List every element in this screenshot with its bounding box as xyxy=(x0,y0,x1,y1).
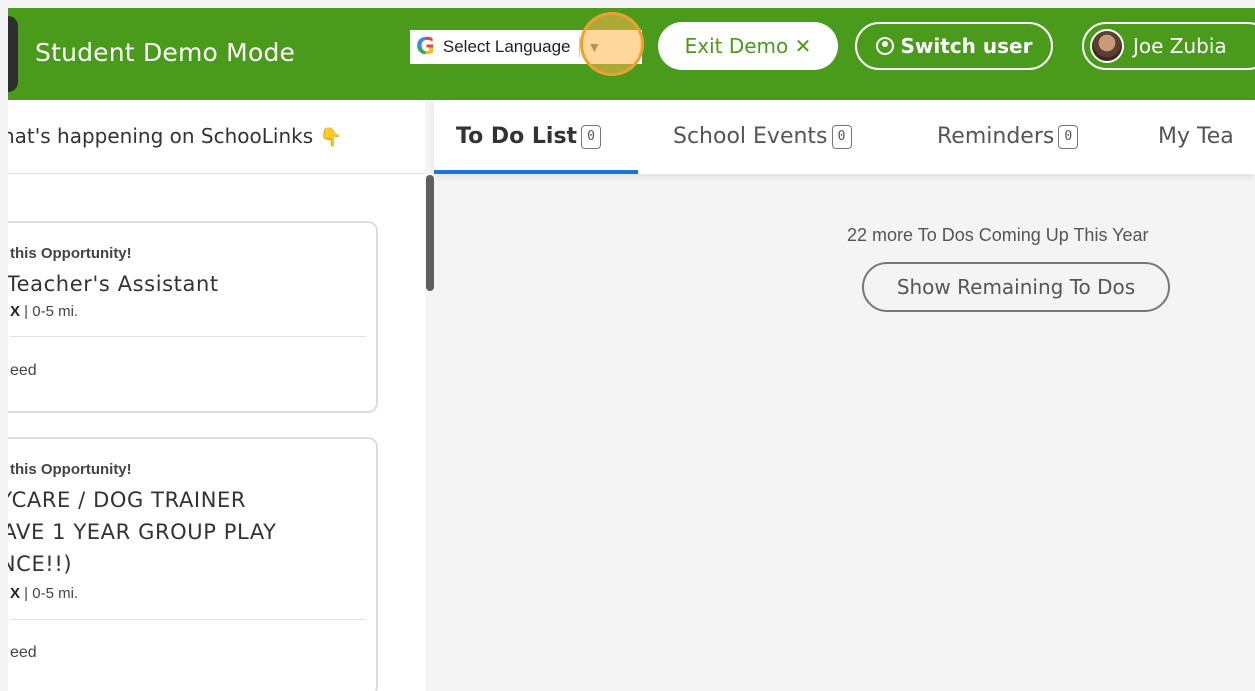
language-select[interactable]: G Select Language ▼ xyxy=(410,30,642,64)
pointing-down-icon: 👇 xyxy=(319,127,342,148)
language-select-divider xyxy=(578,37,580,57)
language-select-label: Select Language xyxy=(442,37,571,56)
opportunity-card[interactable]: this Opportunity! AYCARE / DOG TRAINER H… xyxy=(8,437,378,691)
tab-bar: To Do List 0 School Events 0 Reminders 0 My… xyxy=(434,100,1255,174)
card-location-code: X xyxy=(10,303,21,320)
exit-demo-button[interactable]: Exit Demo ✕ xyxy=(658,22,838,70)
upcoming-todos-text: 22 more To Dos Coming Up This Year xyxy=(847,225,1149,245)
card-location: X | 0-5 mi. xyxy=(10,303,78,320)
card-location: X | 0-5 mi. xyxy=(10,585,78,602)
card-kicker: this Opportunity! xyxy=(10,245,132,262)
card-divider xyxy=(10,336,366,337)
feed-header: nat's happening on SchooLinks 👇 xyxy=(8,100,425,174)
user-name: Joe Zubia xyxy=(1133,34,1227,58)
sidebar-toggle[interactable] xyxy=(8,16,18,92)
user-menu-button[interactable]: Joe Zubia xyxy=(1082,22,1255,70)
card-title-line: HAVE 1 YEAR GROUP PLAY xyxy=(8,520,277,544)
opportunity-card[interactable]: this Opportunity! e Teacher's Assistant … xyxy=(8,221,378,413)
tab-to-do-list[interactable]: To Do List 0 xyxy=(456,124,602,149)
feed-header-label: nat's happening on SchooLinks xyxy=(8,124,314,148)
tab-label: To Do List xyxy=(456,124,578,149)
card-divider xyxy=(10,619,366,620)
card-title-line: e Teacher's Assistant xyxy=(8,272,219,296)
google-icon: G xyxy=(416,33,435,60)
tab-label: My Tea xyxy=(1158,124,1234,149)
tab-reminders[interactable]: Reminders 0 xyxy=(937,124,1079,149)
tab-count-badge: 0 xyxy=(1058,124,1079,149)
feed-scrollbar[interactable] xyxy=(426,175,434,291)
tab-school-events[interactable]: School Events 0 xyxy=(673,124,852,149)
switch-user-button[interactable]: Switch user xyxy=(855,22,1053,70)
card-title[interactable]: AYCARE / DOG TRAINER HAVE 1 YEAR GROUP P… xyxy=(8,484,277,580)
card-location-distance: | 0-5 mi. xyxy=(20,303,79,320)
card-footer: eed xyxy=(10,362,37,379)
feed-panel: nat's happening on SchooLinks 👇 this Opp… xyxy=(8,100,425,691)
card-footer: eed xyxy=(10,644,37,661)
dropdown-arrow-icon[interactable]: ▼ xyxy=(588,39,602,55)
card-location-code: X xyxy=(10,585,21,602)
tab-count-badge: 0 xyxy=(831,124,852,149)
card-title-line: AYCARE / DOG TRAINER xyxy=(8,488,247,512)
card-location-distance: | 0-5 mi. xyxy=(20,585,79,602)
tab-count-badge: 0 xyxy=(581,124,602,149)
tab-my-team[interactable]: My Tea xyxy=(1158,124,1234,149)
card-kicker: this Opportunity! xyxy=(10,461,132,478)
account-circle-icon xyxy=(875,37,894,55)
active-tab-indicator xyxy=(434,170,638,174)
tab-label: Reminders xyxy=(937,124,1055,149)
feed-header-text: nat's happening on SchooLinks 👇 xyxy=(8,124,342,148)
show-remaining-todos-label: Show Remaining To Dos xyxy=(896,275,1136,299)
exit-demo-label: Exit Demo ✕ xyxy=(684,34,812,58)
brand-title: Student Demo Mode xyxy=(35,38,296,67)
avatar xyxy=(1090,29,1124,63)
show-remaining-todos-button[interactable]: Show Remaining To Dos xyxy=(862,262,1170,312)
tab-label: School Events xyxy=(673,124,828,149)
card-title-line: ENCE!!) xyxy=(8,552,73,576)
card-title[interactable]: e Teacher's Assistant xyxy=(8,268,219,300)
switch-user-label: Switch user xyxy=(900,34,1033,58)
